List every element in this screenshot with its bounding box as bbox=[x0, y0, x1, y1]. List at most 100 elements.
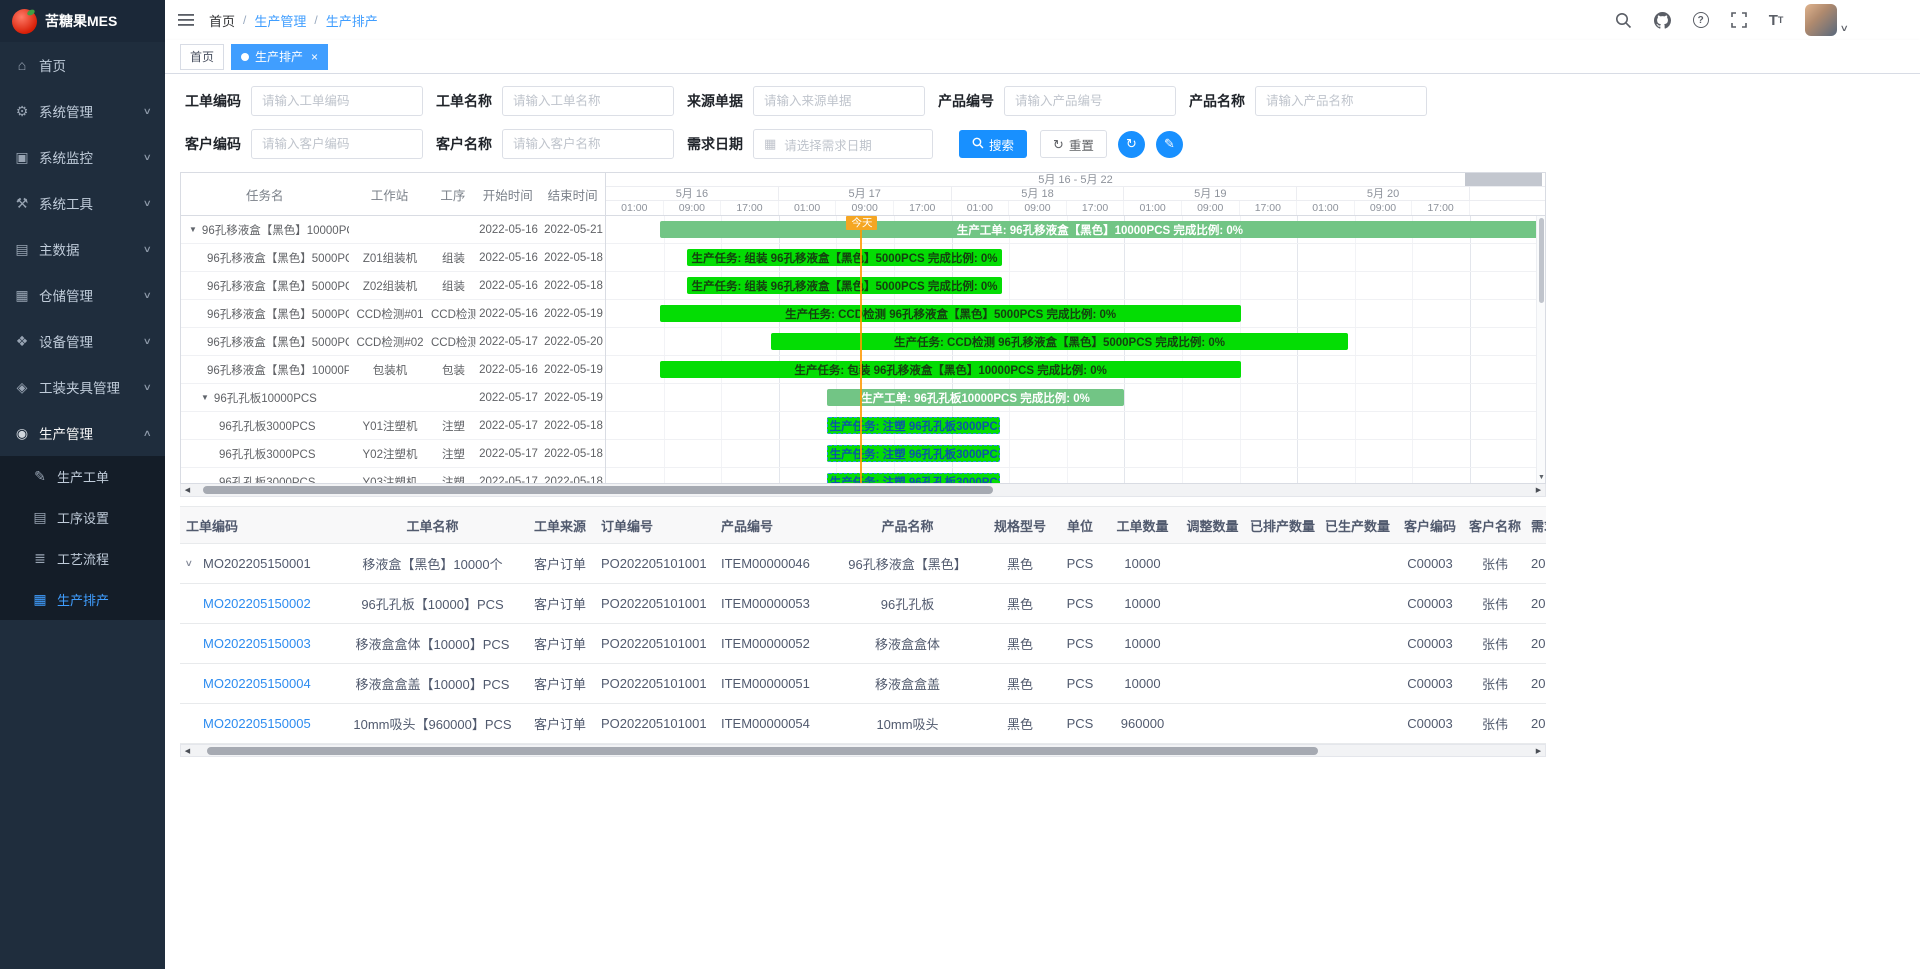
row-expand-caret-icon[interactable]: ∨ bbox=[185, 558, 198, 569]
sidebar-toggle-button[interactable] bbox=[165, 0, 207, 40]
app-logo[interactable]: 苦糖果MES bbox=[0, 0, 165, 42]
filter-field: 来源单据 bbox=[687, 86, 925, 116]
task-start: 2022-05-17 bbox=[476, 336, 541, 348]
github-icon[interactable] bbox=[1654, 10, 1671, 30]
scrollbar-thumb[interactable] bbox=[207, 747, 1318, 755]
scroll-right-icon[interactable]: ▶ bbox=[1532, 486, 1545, 494]
table-cell bbox=[1180, 624, 1245, 663]
filter-input[interactable] bbox=[502, 129, 674, 159]
gantt-bar[interactable]: 生产任务: CCD检测 96孔移液盒【黑色】5000PCS 完成比例: 0% bbox=[771, 333, 1348, 350]
demand-date-input[interactable]: ▦请选择需求日期 bbox=[753, 129, 933, 159]
workorder-code-link[interactable]: MO202205150004 bbox=[203, 676, 311, 691]
scroll-left-icon[interactable]: ◀ bbox=[181, 747, 194, 755]
task-process: 注塑 bbox=[431, 474, 476, 484]
gantt-bar[interactable]: 生产任务: CCD检测 96孔移液盒【黑色】5000PCS 完成比例: 0% bbox=[660, 305, 1240, 322]
workorder-code-link[interactable]: MO202205150005 bbox=[203, 716, 311, 731]
filter-input[interactable] bbox=[753, 86, 925, 116]
scroll-left-icon[interactable]: ◀ bbox=[181, 486, 194, 494]
scrollbar-track[interactable] bbox=[194, 484, 1532, 497]
filter-input[interactable] bbox=[1255, 86, 1427, 116]
gantt-hour-label: 09:00 bbox=[1355, 201, 1413, 216]
gantt-task-row: 96孔移液盒【黑色】5000PCSCCD检测#02CCD检测2022-05-17… bbox=[181, 328, 605, 356]
help-icon[interactable]: ? bbox=[1693, 10, 1709, 30]
gantt-bar[interactable]: 生产任务: 包装 96孔移液盒【黑色】10000PCS 完成比例: 0% bbox=[660, 361, 1240, 378]
refresh-circle-button[interactable]: ↻ bbox=[1118, 131, 1145, 158]
breadcrumb-item[interactable]: 生产管理 bbox=[254, 11, 306, 30]
gantt-vertical-scrollbar[interactable]: ▼ bbox=[1536, 216, 1545, 483]
task-name: 96孔移液盒【黑色】5000PCS bbox=[207, 334, 349, 350]
search-button[interactable]: 搜索 bbox=[959, 130, 1027, 158]
filter-input[interactable] bbox=[251, 86, 423, 116]
table-cell bbox=[1245, 544, 1320, 583]
close-icon[interactable]: × bbox=[311, 51, 318, 63]
sidebar-subitem[interactable]: ≣工艺流程 bbox=[0, 538, 165, 579]
table-cell: ITEM00000052 bbox=[715, 624, 830, 663]
sidebar-item[interactable]: ⚒系统工具∨ bbox=[0, 180, 165, 226]
gantt-bar[interactable]: 生产任务: 注塑 96孔孔板3000PCS 完成比例: 0% bbox=[827, 417, 1001, 434]
table-cell: PO202205101001 bbox=[595, 704, 715, 743]
table-horizontal-scrollbar[interactable]: ◀ ▶ bbox=[180, 744, 1546, 757]
task-name-cell: 96孔孔板3000PCS bbox=[181, 418, 349, 434]
sidebar-item[interactable]: ▣系统监控∨ bbox=[0, 134, 165, 180]
edit-circle-button[interactable]: ✎ bbox=[1156, 131, 1183, 158]
filter-input[interactable] bbox=[251, 129, 423, 159]
gantt-hour-label: 17:00 bbox=[1240, 201, 1298, 216]
gantt-bar[interactable]: 生产任务: 组装 96孔移液盒【黑色】5000PCS 完成比例: 0% bbox=[687, 249, 1003, 266]
reset-button[interactable]: ↻ 重置 bbox=[1040, 130, 1107, 158]
table-cell: ∨MO202205150001 bbox=[180, 544, 340, 583]
filter-input[interactable] bbox=[1004, 86, 1176, 116]
font-size-icon[interactable]: TT bbox=[1769, 10, 1784, 30]
sidebar-subitem[interactable]: ✎生产工单 bbox=[0, 456, 165, 497]
table-cell: 张伟 bbox=[1465, 664, 1525, 703]
sidebar-item[interactable]: ▤主数据∨ bbox=[0, 226, 165, 272]
breadcrumb-item[interactable]: 生产排产 bbox=[326, 11, 378, 30]
gantt-bar[interactable]: 生产任务: 注塑 96孔孔板3000PCS 完成比例: 0% bbox=[827, 445, 1001, 462]
table-cell: 10mm吸头【960000】PCS bbox=[340, 704, 525, 743]
table-cell: 96孔孔板 bbox=[830, 584, 985, 623]
sidebar-subitem-label: 工艺流程 bbox=[57, 549, 109, 568]
tab-item[interactable]: 首页 bbox=[180, 44, 224, 70]
today-badge: 今天 bbox=[846, 216, 877, 230]
scrollbar-thumb[interactable] bbox=[1539, 218, 1544, 303]
task-end: 2022-05-19 bbox=[541, 392, 605, 404]
table-cell: 10000 bbox=[1105, 544, 1180, 583]
search-icon[interactable] bbox=[1615, 10, 1632, 30]
collapse-caret-icon[interactable]: ▼ bbox=[201, 393, 209, 402]
collapse-caret-icon[interactable]: ▼ bbox=[189, 225, 197, 234]
table-row: ∨MO202205150001移液盒【黑色】10000个客户订单PO202205… bbox=[180, 544, 1546, 584]
scrollbar-thumb[interactable] bbox=[203, 486, 992, 494]
task-name: 96孔移液盒【黑色】5000PCS bbox=[207, 306, 349, 322]
sidebar-item[interactable]: ⌂首页 bbox=[0, 42, 165, 88]
workorder-code-link[interactable]: MO202205150003 bbox=[203, 636, 311, 651]
fullscreen-icon[interactable] bbox=[1731, 10, 1747, 30]
scroll-down-icon[interactable]: ▼ bbox=[1537, 473, 1546, 483]
chevron-down-icon: ∨ bbox=[143, 152, 152, 163]
filter-row-2: 客户编码客户名称需求日期▦请选择需求日期 搜索 ↻ 重置 ↻ ✎ bbox=[180, 129, 1920, 159]
gantt-bar[interactable]: 生产工单: 96孔移液盒【黑色】10000PCS 完成比例: 0% bbox=[660, 221, 1539, 238]
sidebar-item[interactable]: ▦仓储管理∨ bbox=[0, 272, 165, 318]
gantt-bar-label: 生产任务: CCD检测 96孔移液盒【黑色】5000PCS 完成比例: 0% bbox=[785, 306, 1116, 322]
table-column-header: 客户名称 bbox=[1465, 507, 1525, 543]
tab-active[interactable]: 生产排产× bbox=[231, 44, 328, 70]
sidebar-item[interactable]: ◉生产管理∧ bbox=[0, 410, 165, 456]
gantt-horizontal-scrollbar[interactable]: ◀ ▶ bbox=[180, 484, 1546, 497]
sidebar-item[interactable]: ⚙系统管理∨ bbox=[0, 88, 165, 134]
sidebar-item[interactable]: ❖设备管理∨ bbox=[0, 318, 165, 364]
gantt-bar[interactable]: 生产任务: 注塑 96孔孔板3000PCS 完成比例: 0% bbox=[827, 473, 1001, 483]
table-column-header: 单位 bbox=[1055, 507, 1105, 543]
gantt-bar[interactable]: 生产任务: 组装 96孔移液盒【黑色】5000PCS 完成比例: 0% bbox=[687, 277, 1003, 294]
gantt-column-header: 任务名 bbox=[181, 185, 349, 204]
filter-input[interactable] bbox=[502, 86, 674, 116]
table-cell: PCS bbox=[1055, 624, 1105, 663]
scroll-right-icon[interactable]: ▶ bbox=[1532, 747, 1545, 755]
sidebar-item[interactable]: ◈工装夹具管理∨ bbox=[0, 364, 165, 410]
scrollbar-track[interactable] bbox=[194, 744, 1532, 757]
table-cell: 960000 bbox=[1105, 704, 1180, 743]
sidebar-subitem[interactable]: ▦生产排产 bbox=[0, 579, 165, 620]
breadcrumb-item: 首页 bbox=[209, 11, 235, 30]
gantt-bar[interactable]: 生产工单: 96孔孔板10000PCS 完成比例: 0% bbox=[827, 389, 1125, 406]
sidebar-subitem[interactable]: ▤工序设置 bbox=[0, 497, 165, 538]
user-menu[interactable]: ∨ bbox=[1805, 4, 1848, 36]
filter-label: 产品编号 bbox=[938, 91, 994, 111]
workorder-code-link[interactable]: MO202205150002 bbox=[203, 596, 311, 611]
